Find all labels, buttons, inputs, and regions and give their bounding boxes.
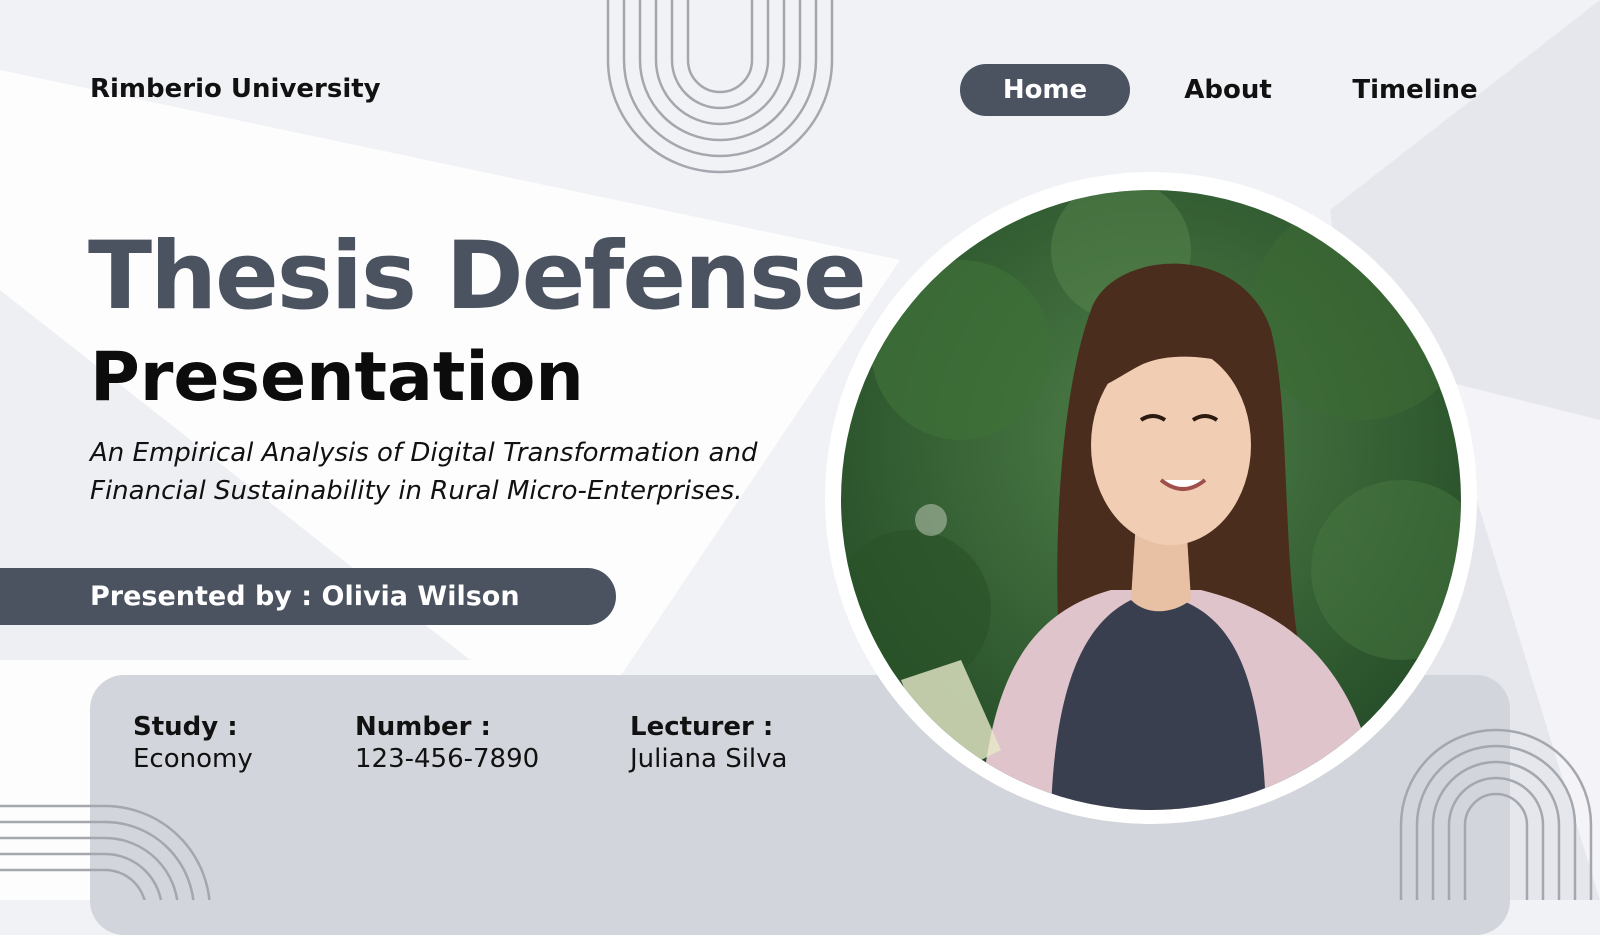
presenter-photo-illustration xyxy=(841,190,1461,810)
nav-about-link[interactable]: About xyxy=(1178,64,1278,116)
nav-home-button[interactable]: Home xyxy=(960,64,1130,116)
study-label: Study : xyxy=(133,712,238,742)
university-brand: Rimberio University xyxy=(90,74,381,104)
lecturer-value: Juliana Silva xyxy=(630,744,788,774)
subtitle-line-2: Financial Sustainability in Rural Micro-… xyxy=(90,476,743,506)
presenter-photo xyxy=(841,190,1461,810)
info-lecturer: Lecturer : Juliana Silva xyxy=(630,711,787,775)
info-study: Study : Economy xyxy=(133,711,253,775)
presenter-label: Presented by : Olivia Wilson xyxy=(90,581,520,612)
study-value: Economy xyxy=(133,744,253,774)
arch-decoration-bottom-right xyxy=(1399,728,1593,900)
thesis-subtitle: An Empirical Analysis of Digital Transfo… xyxy=(90,434,770,510)
page-title-main: Thesis Defense xyxy=(88,222,867,331)
subtitle-line-1: An Empirical Analysis of Digital Transfo… xyxy=(90,438,758,468)
info-number: Number : 123-456-7890 xyxy=(355,711,539,775)
arch-decoration-top xyxy=(606,0,834,174)
arch-decoration-bottom-left xyxy=(0,804,211,900)
lecturer-label: Lecturer : xyxy=(630,712,774,742)
top-navigation: Home About Timeline xyxy=(960,64,1480,116)
number-value: 123-456-7890 xyxy=(355,744,540,774)
page-title-secondary: Presentation xyxy=(90,338,584,417)
presenter-banner: Presented by : Olivia Wilson xyxy=(0,568,616,625)
number-label: Number : xyxy=(355,712,491,742)
nav-timeline-link[interactable]: Timeline xyxy=(1350,64,1480,116)
